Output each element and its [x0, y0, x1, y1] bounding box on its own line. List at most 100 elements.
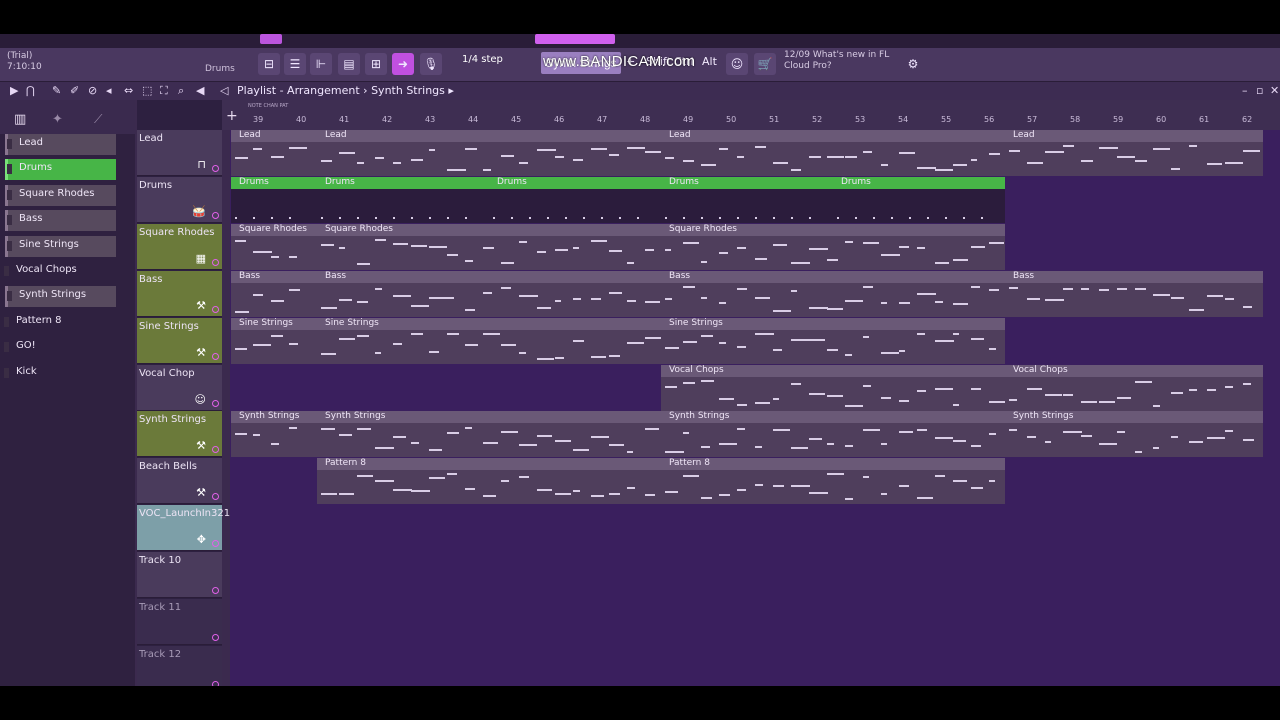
track-header[interactable]: Bass ⚒ — [137, 270, 222, 317]
add-marker-icon[interactable]: + — [226, 108, 238, 124]
track-header[interactable]: Square Rhodes ▦ — [137, 223, 222, 270]
note-mark — [1009, 398, 1017, 401]
pattern-clip[interactable]: Drums — [661, 176, 833, 223]
magnet-icon[interactable]: ⋂ — [26, 84, 35, 97]
track-header[interactable]: Vocal Chop ☺ — [137, 364, 222, 411]
pattern-item[interactable]: Square Rhodes — [5, 184, 116, 206]
track-enable-dot[interactable] — [212, 352, 219, 360]
pattern-item[interactable]: Lead — [5, 134, 116, 155]
track-header[interactable]: Drums 🥁 — [137, 176, 222, 223]
pattern-item[interactable]: GO! — [4, 337, 116, 358]
track-header[interactable]: Sine Strings ⚒ — [137, 317, 222, 364]
automation-icon[interactable]: ⟋ — [94, 112, 102, 127]
track-enable-dot[interactable] — [212, 305, 219, 313]
pattern-clip[interactable]: Lead — [1005, 130, 1263, 176]
pattern-clip[interactable]: Square Rhodes — [317, 223, 661, 270]
track-header[interactable]: Track 12 — [137, 645, 222, 686]
track-enable-dot[interactable] — [212, 634, 219, 641]
breadcrumb-pattern[interactable]: Synth Strings — [371, 84, 445, 97]
pattern-clip[interactable]: Square Rhodes — [231, 223, 317, 270]
shop-icon[interactable]: 🛒 — [754, 53, 776, 75]
pattern-clip[interactable]: Bass — [231, 270, 317, 317]
mic-icon[interactable]: 🎙 — [420, 53, 442, 75]
track-enable-dot[interactable] — [212, 211, 219, 219]
track-header[interactable]: VOC_LaunchIn321 ✥ — [137, 505, 230, 552]
news-panel[interactable]: 12/09 What's new in FL Cloud Pro? — [784, 50, 889, 72]
play-icon[interactable]: ▶ — [10, 84, 18, 97]
piano-icon[interactable]: ▥ — [14, 112, 26, 127]
pattern-clip[interactable]: Drums — [317, 176, 489, 223]
pattern-item[interactable]: Sine Strings — [5, 235, 116, 257]
restore-icon[interactable]: ▫ — [1256, 84, 1263, 97]
mixer-icon[interactable]: ⊞ — [365, 53, 387, 75]
track-enable-dot[interactable] — [212, 258, 219, 266]
pattern-item[interactable]: Synth Strings — [5, 286, 116, 308]
delete-icon[interactable]: ⊘ — [88, 84, 97, 97]
pattern-clip[interactable]: Lead — [231, 130, 317, 176]
track-header[interactable]: Lead ⊓ — [137, 130, 222, 176]
track-enable-dot[interactable] — [212, 493, 219, 501]
pattern-item[interactable]: Kick — [4, 363, 116, 384]
alt-key[interactable]: Alt — [702, 55, 717, 68]
track-header[interactable]: Synth Strings ⚒ — [137, 411, 222, 458]
piano-roll-icon[interactable]: ⊩ — [310, 53, 332, 75]
note-mark — [1063, 145, 1074, 147]
pattern-item[interactable]: Vocal Chops — [4, 261, 116, 282]
track-enable-dot[interactable] — [212, 587, 219, 595]
pattern-clip[interactable]: Drums — [489, 176, 661, 223]
playlist-tool-icon[interactable]: ⊟ — [258, 53, 280, 75]
pattern-clip[interactable]: Pattern 8 — [317, 458, 661, 505]
track-enable-dot[interactable] — [212, 399, 219, 407]
pattern-item[interactable]: Bass — [5, 210, 116, 232]
select-icon[interactable]: ⬚ — [142, 84, 152, 97]
pattern-item[interactable]: Pattern 8 — [4, 312, 116, 333]
pattern-clip[interactable]: Sine Strings — [317, 317, 662, 364]
track-enable-dot[interactable] — [212, 446, 219, 454]
timeline-ruler[interactable]: + NOTE CHAN PAT 39 40 41 42 43 44 45 46 47 48 49 50… — [222, 100, 1280, 151]
pattern-clip[interactable]: Sine Strings — [231, 317, 317, 364]
pattern-clip[interactable]: Square Rhodes — [661, 223, 1005, 270]
playback-icon[interactable]: ◀ — [196, 84, 204, 97]
pattern-clip[interactable]: Lead — [317, 130, 663, 176]
track-header[interactable]: Track 11 — [137, 599, 222, 645]
pattern-clip[interactable]: Sine Strings — [661, 317, 1005, 364]
pattern-clip[interactable]: Bass — [1005, 270, 1263, 317]
arrow-icon[interactable]: ➜ — [392, 53, 414, 75]
slip-icon[interactable]: ⇔ — [124, 84, 133, 97]
wave-icon[interactable]: ✦ — [52, 112, 63, 127]
note-tab[interactable]: NOTE CHAN PAT — [248, 103, 288, 109]
pattern-clip[interactable]: Pattern 8 — [661, 458, 1005, 505]
breadcrumb-arrow[interactable]: ▸ — [448, 84, 454, 97]
zoom-rect-icon[interactable]: ⛶ — [160, 84, 168, 98]
pattern-clip[interactable]: Bass — [661, 270, 1005, 317]
track-enable-dot[interactable] — [212, 540, 219, 548]
browser-icon[interactable]: ▤ — [338, 53, 360, 75]
settings-icon[interactable]: ⚙ — [902, 53, 924, 75]
track-header[interactable]: Track 10 — [137, 552, 222, 599]
pattern-clip[interactable]: Synth Strings — [317, 411, 661, 458]
pattern-clip[interactable]: Bass — [317, 270, 661, 317]
track-header[interactable]: Beach Bells ⚒ — [137, 458, 222, 505]
minimize-icon[interactable]: – — [1242, 84, 1248, 97]
snap-step[interactable]: 1/4 step — [462, 54, 503, 65]
track-enable-dot[interactable] — [212, 680, 219, 686]
arrangement-grid[interactable]: Lead Lead Lead Lead Drums Drums Drums Drums Drum… — [230, 130, 1280, 686]
pattern-clip[interactable]: Drums — [231, 176, 317, 223]
close-icon[interactable]: ✕ — [1270, 84, 1279, 97]
zoom-icon[interactable]: ⌕ — [178, 84, 184, 98]
pattern-clip[interactable]: Synth Strings — [1005, 411, 1263, 458]
paint-icon[interactable]: ✐ — [70, 84, 79, 97]
channel-rack-icon[interactable]: ☰ — [284, 53, 306, 75]
pattern-clip[interactable]: Synth Strings — [231, 411, 317, 458]
pattern-clip[interactable]: Vocal Chops — [661, 364, 1008, 411]
pattern-clip[interactable]: Synth Strings — [661, 411, 1005, 458]
pencil-icon[interactable]: ✎ — [52, 84, 61, 97]
track-enable-dot[interactable] — [212, 165, 219, 172]
pattern-clip[interactable]: Vocal Chops — [1005, 364, 1263, 411]
pattern-clip[interactable]: Drums — [833, 176, 1005, 223]
back-icon[interactable]: ◁ — [220, 84, 228, 97]
smile-icon[interactable]: ☺ — [726, 53, 748, 75]
pattern-clip[interactable]: Lead — [661, 130, 1005, 176]
pattern-item[interactable]: Drums — [5, 159, 116, 181]
mute-icon[interactable]: ◂ — [106, 84, 112, 97]
